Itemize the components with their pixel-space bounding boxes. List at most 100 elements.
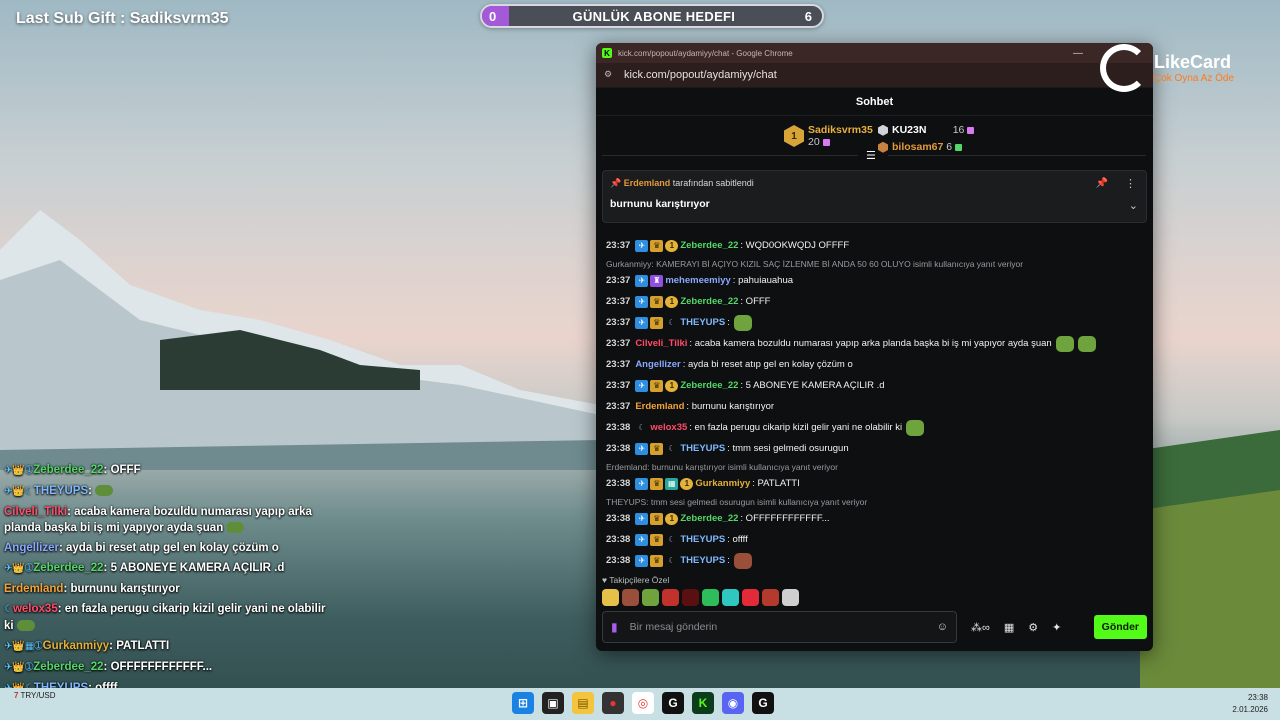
kick-app-icon[interactable]: K bbox=[692, 692, 714, 714]
chat-username[interactable]: Angellizer bbox=[635, 359, 680, 370]
pinned-by: 📌 Erdemland tarafından sabitlendi bbox=[610, 178, 754, 188]
chrome-icon[interactable]: ◎ bbox=[632, 692, 654, 714]
url-text: kick.com/popout/aydamiyy/chat bbox=[624, 69, 777, 81]
windows-taskbar: 7 TRY/USD ⊞ ▣ ▤ ● ◎ G K ◉ G 23:38 2.01.2… bbox=[0, 688, 1280, 720]
overlay-chat-line: ✈👑➀Zeberdee_22: OFFFFFFFFFFFF... bbox=[4, 661, 213, 673]
chat-username[interactable]: Zeberdee_22 bbox=[680, 296, 738, 307]
collapse-leaderboard-icon[interactable]: ☰ bbox=[866, 149, 876, 162]
clock-date: 2.01.2026 bbox=[1232, 705, 1268, 714]
chat-messages: 23:37 ✈ ♛ 1 Zeberdee_22: WQD0OKWQDJ OFFFF Gu… bbox=[596, 235, 1153, 569]
bronze-rank-icon bbox=[878, 141, 888, 153]
badge-icons: ✈👑➀ bbox=[4, 563, 34, 574]
leaderboard-second-count: 16 bbox=[952, 124, 965, 136]
badge-icons: ✈👑➀ bbox=[4, 465, 34, 476]
badge-icons: ✈👑➀ bbox=[4, 662, 34, 673]
gift-icon bbox=[955, 143, 963, 151]
emote-icon[interactable] bbox=[702, 589, 719, 606]
taskbar-apps: ⊞ ▣ ▤ ● ◎ G K ◉ G bbox=[512, 692, 774, 714]
emote-icon[interactable] bbox=[782, 589, 799, 606]
frog-emote-icon bbox=[16, 620, 35, 632]
chat-username[interactable]: Gurkanmiyy bbox=[695, 478, 750, 489]
chat-username[interactable]: THEYUPS bbox=[680, 443, 725, 454]
leaderboard-third-count: 6 bbox=[946, 141, 953, 153]
points-icon[interactable]: ✦ bbox=[1052, 621, 1061, 634]
leaderboard-third: bilosam67 6 bbox=[878, 141, 963, 153]
likecard-name: LikeCard bbox=[1154, 52, 1232, 72]
address-bar[interactable]: ⚙ kick.com/popout/aydamiyy/chat bbox=[596, 63, 1153, 88]
leaderboard-second-name[interactable]: KU23N bbox=[892, 124, 926, 136]
more-options-icon[interactable]: ⋮ bbox=[1125, 177, 1136, 190]
badge-icons: ✈👑☾ bbox=[4, 486, 34, 497]
file-explorer-icon[interactable]: ▤ bbox=[572, 692, 594, 714]
likecard-logo: LikeCard Çok Oyna Az Öde bbox=[1100, 42, 1260, 94]
chat-username[interactable]: THEYUPS bbox=[680, 534, 725, 545]
chat-username[interactable]: Cilveli_Tilki bbox=[635, 338, 687, 349]
taskbar-widget[interactable]: 7 TRY/USD bbox=[14, 691, 56, 701]
overlay-chat-line: ✈👑☾THEYUPS: bbox=[4, 483, 334, 500]
chat-input[interactable]: ▮ Bir mesaj gönderin ☺ bbox=[602, 611, 957, 643]
gift-link-icon[interactable]: ⁂∞ bbox=[971, 621, 990, 634]
leaderboard-first-name[interactable]: Sadiksvrm35 bbox=[808, 124, 873, 136]
clock-time: 23:38 bbox=[1247, 693, 1268, 702]
window-title: kick.com/popout/aydamiyy/chat - Google C… bbox=[618, 48, 793, 58]
currency-label: TRY/USD bbox=[20, 691, 56, 700]
emote-icon[interactable] bbox=[662, 589, 679, 606]
chat-username[interactable]: THEYUPS bbox=[680, 555, 725, 566]
pin-icon[interactable]: 📌 bbox=[1096, 178, 1108, 189]
pinned-message[interactable]: 📌 Erdemland tarafından sabitlendi burnun… bbox=[602, 170, 1147, 223]
overlay-chat-line: Erdemland: burnunu karıştırıyor bbox=[4, 583, 180, 595]
settings-gear-icon[interactable]: ⚙ bbox=[1028, 621, 1038, 634]
store-icon[interactable]: ▦ bbox=[1004, 621, 1014, 634]
frog-emote-icon bbox=[226, 522, 245, 534]
microphone-icon[interactable]: ▮ bbox=[611, 620, 618, 634]
goal-target-value: 6 bbox=[804, 8, 812, 24]
site-info-icon[interactable]: ⚙ bbox=[604, 69, 616, 81]
kick-logo-icon: K bbox=[602, 48, 612, 58]
goal-label: GÜNLÜK ABONE HEDEFI bbox=[572, 8, 736, 24]
chat-username[interactable]: mehemeemiyy bbox=[665, 275, 730, 286]
chat-message: 23:38 ✈ ♛ ▦ 1 Gurkanmiyy: PATLATTI bbox=[606, 477, 800, 490]
chevron-down-icon[interactable]: ⌄ bbox=[1129, 199, 1138, 212]
reply-context: Erdemland: burnunu karıştırıyor isimli k… bbox=[606, 462, 838, 472]
chat-message: 23:37 Erdemland: burnunu karıştırıyor bbox=[606, 401, 775, 412]
chat-username[interactable]: welox35 bbox=[650, 422, 687, 433]
chat-username[interactable]: Zeberdee_22 bbox=[680, 240, 738, 251]
gift-icon bbox=[967, 126, 975, 134]
window-titlebar: K kick.com/popout/aydamiyy/chat - Google… bbox=[596, 43, 1153, 63]
likecard-slogan: Çok Oyna Az Öde bbox=[1154, 73, 1235, 84]
chat-username[interactable]: THEYUPS bbox=[680, 317, 725, 328]
emote-icon[interactable] bbox=[722, 589, 739, 606]
divider bbox=[602, 155, 858, 156]
chat-username[interactable]: Zeberdee_22 bbox=[680, 513, 738, 524]
wallpaper-hills bbox=[1140, 430, 1280, 690]
badge-icons: ☾ bbox=[4, 604, 13, 615]
send-button[interactable]: Gönder bbox=[1093, 615, 1147, 639]
goal-start-value: 0 bbox=[489, 8, 497, 24]
face-emote-icon bbox=[733, 552, 752, 569]
windows-start-icon[interactable]: ⊞ bbox=[512, 692, 534, 714]
g-app-icon[interactable]: G bbox=[662, 692, 684, 714]
divider bbox=[888, 155, 1146, 156]
leaderboard-third-name[interactable]: bilosam67 bbox=[892, 141, 943, 153]
chat-message: 23:37 Angellizer: ayda bi reset atıp gel … bbox=[606, 359, 853, 370]
chat-username[interactable]: Erdemland bbox=[635, 401, 684, 412]
emoji-icon[interactable]: ☺ bbox=[937, 621, 948, 633]
emote-icon[interactable] bbox=[602, 589, 619, 606]
emote-icon[interactable] bbox=[762, 589, 779, 606]
chat-username[interactable]: Zeberdee_22 bbox=[680, 380, 738, 391]
obs-icon[interactable]: ● bbox=[602, 692, 624, 714]
g-app-icon[interactable]: G bbox=[752, 692, 774, 714]
emote-icon[interactable] bbox=[742, 589, 759, 606]
emote-icon[interactable] bbox=[682, 589, 699, 606]
leaderboard-first-count: 20 bbox=[808, 136, 820, 148]
discord-icon[interactable]: ◉ bbox=[722, 692, 744, 714]
gift-leaderboard: 1 Sadiksvrm35 20 KU23N 16 bilosam67 6 ☰ bbox=[596, 116, 1153, 162]
reply-context: Gurkanmiyy: KAMERAYI Bİ AÇIYO KIZIL SAÇ … bbox=[606, 259, 1024, 269]
minimize-icon[interactable]: — bbox=[1073, 48, 1083, 59]
emote-icon[interactable] bbox=[642, 589, 659, 606]
emote-icon[interactable] bbox=[622, 589, 639, 606]
subscriber-goal-bar: 0 GÜNLÜK ABONE HEDEFI 6 bbox=[480, 4, 824, 28]
system-clock[interactable]: 23:38 2.01.2026 bbox=[1232, 692, 1268, 716]
overlay-chat-line: ✈👑➀Zeberdee_22: 5 ABONEYE KAMERA AÇILIR … bbox=[4, 562, 285, 574]
task-view-icon[interactable]: ▣ bbox=[542, 692, 564, 714]
